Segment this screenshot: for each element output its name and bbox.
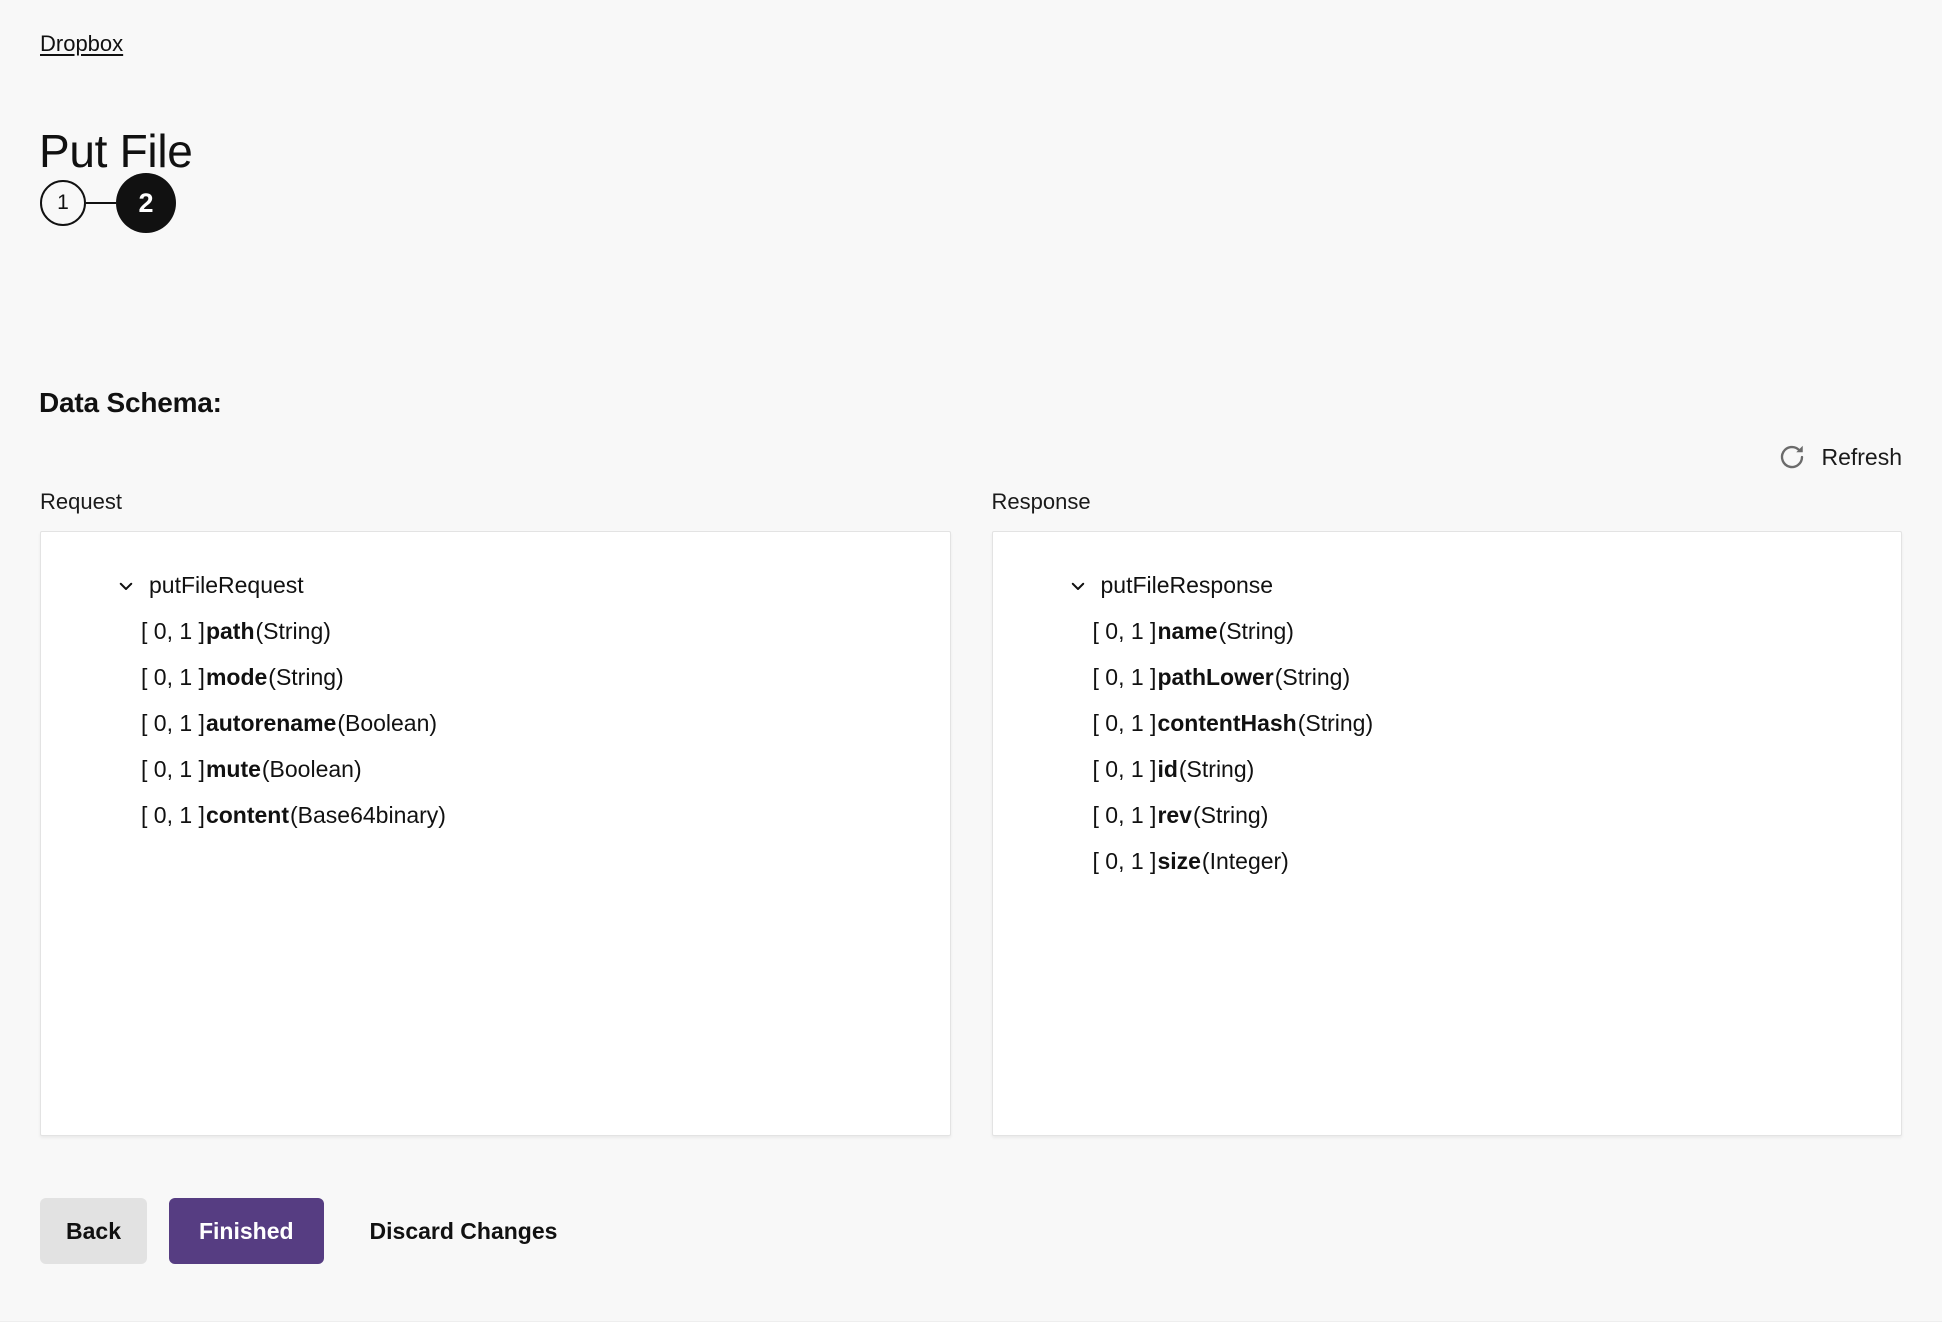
schema-column-response: Response putFileResponse [ 0, 1 ] name (… <box>991 488 1902 1136</box>
field-type: (Base64binary) <box>290 802 446 828</box>
stepper-connector <box>86 202 116 204</box>
field-cardinality: [ 0, 1 ] <box>1092 756 1157 782</box>
schema-column-request: Request putFileRequest [ 0, 1 ] path (St… <box>40 488 951 1136</box>
schema-columns: Request putFileRequest [ 0, 1 ] path (St… <box>40 488 1902 1136</box>
field-name: pathLower <box>1157 664 1274 690</box>
section-heading-data-schema: Data Schema: <box>39 387 222 419</box>
response-tree-root[interactable]: putFileResponse <box>1019 562 1876 608</box>
field-type: (Boolean) <box>261 756 362 782</box>
request-tree-root[interactable]: putFileRequest <box>67 562 924 608</box>
field-cardinality: [ 0, 1 ] <box>141 756 205 782</box>
refresh-button[interactable]: Refresh <box>1777 442 1902 472</box>
field-type: (String) <box>1178 756 1255 782</box>
field-name: size <box>1157 848 1201 874</box>
refresh-label: Refresh <box>1821 444 1902 470</box>
chevron-down-icon[interactable] <box>117 577 135 595</box>
field-type: (String) <box>1192 802 1269 828</box>
field-name: autorename <box>205 710 337 736</box>
discard-changes-button[interactable]: Discard Changes <box>362 1198 566 1264</box>
field-cardinality: [ 0, 1 ] <box>1092 802 1157 828</box>
field-type: (String) <box>1218 618 1294 644</box>
field-cardinality: [ 0, 1 ] <box>141 618 205 644</box>
field-name: contentHash <box>1157 710 1297 736</box>
response-column-label: Response <box>991 489 1091 514</box>
request-field-row[interactable]: [ 0, 1 ] mode (String) <box>67 654 924 700</box>
stepper-step-1[interactable]: 1 <box>40 180 86 226</box>
request-field-row[interactable]: [ 0, 1 ] path (String) <box>67 608 924 654</box>
field-type: (String) <box>268 664 344 690</box>
response-tree-root-label: putFileResponse <box>1100 572 1274 598</box>
back-button[interactable]: Back <box>40 1198 147 1264</box>
request-column-label: Request <box>40 489 122 514</box>
field-cardinality: [ 0, 1 ] <box>141 664 205 690</box>
field-cardinality: [ 0, 1 ] <box>1092 710 1157 736</box>
field-name: content <box>205 802 289 828</box>
field-cardinality: [ 0, 1 ] <box>1092 618 1157 644</box>
stepper-step-2[interactable]: 2 <box>116 173 176 233</box>
field-cardinality: [ 0, 1 ] <box>141 710 205 736</box>
field-cardinality: [ 0, 1 ] <box>1092 848 1157 874</box>
breadcrumb-dropbox[interactable]: Dropbox <box>40 30 123 58</box>
response-field-row[interactable]: [ 0, 1 ] size (Integer) <box>1019 838 1876 884</box>
field-name: rev <box>1157 802 1192 828</box>
response-field-row[interactable]: [ 0, 1 ] rev (String) <box>1019 792 1876 838</box>
refresh-icon <box>1777 442 1807 472</box>
field-cardinality: [ 0, 1 ] <box>1092 664 1157 690</box>
field-name: path <box>205 618 255 644</box>
response-field-row[interactable]: [ 0, 1 ] pathLower (String) <box>1019 654 1876 700</box>
field-type: (String) <box>1297 710 1374 736</box>
field-cardinality: [ 0, 1 ] <box>141 802 205 828</box>
field-name: mute <box>205 756 261 782</box>
field-name: mode <box>205 664 268 690</box>
field-name: id <box>1157 756 1178 782</box>
field-type: (Boolean) <box>337 710 438 736</box>
finished-button[interactable]: Finished <box>168 1198 324 1264</box>
footer-actions: Back Finished Discard Changes <box>40 1198 565 1264</box>
response-field-row[interactable]: [ 0, 1 ] name (String) <box>1019 608 1876 654</box>
request-field-row[interactable]: [ 0, 1 ] autorename (Boolean) <box>67 700 924 746</box>
chevron-down-icon[interactable] <box>1069 577 1087 595</box>
request-tree-panel[interactable]: putFileRequest [ 0, 1 ] path (String) [ … <box>40 531 951 1136</box>
request-field-row[interactable]: [ 0, 1 ] content (Base64binary) <box>67 792 924 838</box>
stepper: 1 2 <box>40 170 176 236</box>
response-field-row[interactable]: [ 0, 1 ] id (String) <box>1019 746 1876 792</box>
request-field-row[interactable]: [ 0, 1 ] mute (Boolean) <box>67 746 924 792</box>
field-type: (String) <box>1274 664 1351 690</box>
field-name: name <box>1157 618 1218 644</box>
response-field-row[interactable]: [ 0, 1 ] contentHash (String) <box>1019 700 1876 746</box>
request-tree-root-label: putFileRequest <box>149 572 304 598</box>
response-tree-panel[interactable]: putFileResponse [ 0, 1 ] name (String) [… <box>991 531 1902 1136</box>
field-type: (Integer) <box>1201 848 1289 874</box>
put-file-schema-page: Dropbox Put File 1 2 Data Schema: Refres… <box>0 0 1942 1322</box>
field-type: (String) <box>255 618 331 644</box>
